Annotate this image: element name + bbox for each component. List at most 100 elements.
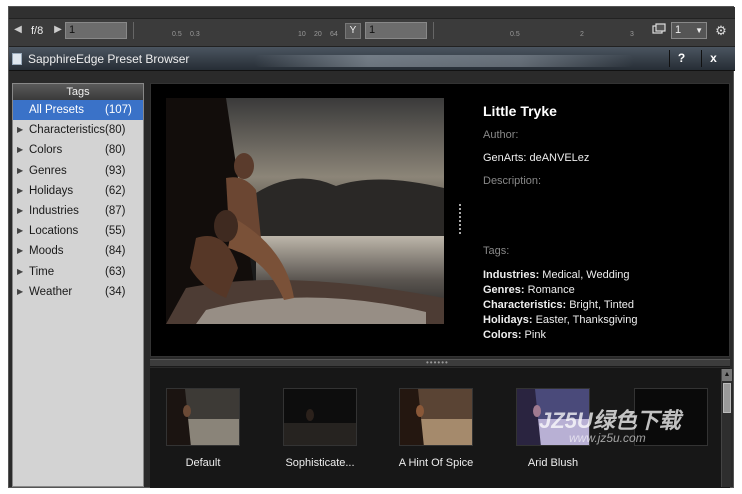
thumbnail-sophisticate[interactable]: Sophisticate... — [283, 388, 357, 478]
monitor-icon[interactable] — [649, 22, 669, 40]
tag-values: Romance — [524, 284, 575, 296]
sidebar-item-label: Genres — [29, 164, 67, 177]
expand-caret-icon[interactable]: ▶ — [17, 262, 25, 282]
thumbnail-label: Sophisticate... — [285, 457, 355, 469]
ruler-tick: 0.5 — [510, 31, 520, 38]
preset-preview-panel: Little Tryke Author: GenArts: deANVELez … — [150, 83, 730, 357]
tag-list: All Presets (107) ▶ Characteristics (80) ▶ Col… — [13, 100, 143, 302]
tags-header: Tags — [13, 84, 143, 100]
tag-category: Colors: — [483, 329, 522, 341]
author-label: Author: — [483, 129, 519, 141]
left-arrow-icon[interactable]: ◀ — [13, 24, 23, 36]
sidebar-item-industries[interactable]: ▶ Industries (87) — [13, 201, 143, 221]
help-button[interactable]: ? — [669, 50, 693, 67]
sidebar-item-label: Moods — [29, 245, 64, 258]
chevron-down-icon: ▼ — [695, 26, 703, 35]
scroll-up-icon[interactable]: ▲ — [722, 369, 732, 381]
tags-sidebar: Tags All Presets (107) ▶ Characteristics (80… — [12, 83, 144, 487]
sidebar-item-weather[interactable]: ▶ Weather (34) — [13, 282, 143, 302]
preset-browser-window: ◀ f/8 ▶ 1 0.5 0.3 10 20 64 Y 1 0.5 2 3 1… — [8, 6, 735, 488]
sidebar-item-label: Industries — [29, 204, 79, 217]
sidebar-item-count: (107) — [105, 104, 132, 116]
right-arrow-icon[interactable]: ▶ — [53, 24, 63, 36]
sidebar-item-all-presets[interactable]: All Presets (107) — [13, 100, 143, 121]
top-toolbar: ◀ f/8 ▶ 1 0.5 0.3 10 20 64 Y 1 0.5 2 3 1… — [9, 7, 735, 47]
expand-caret-icon[interactable]: ▶ — [17, 120, 25, 140]
author-value: GenArts: deANVELez — [483, 152, 590, 164]
sidebar-item-label: Time — [29, 265, 55, 278]
sidebar-item-label: Colors — [29, 144, 63, 157]
window-title: SapphireEdge Preset Browser — [28, 52, 190, 66]
sidebar-item-label: Holidays — [29, 184, 74, 197]
ruler-tick: 2 — [580, 31, 584, 38]
thumbnail-scrollbar[interactable]: ▲ — [721, 369, 732, 487]
frame-readout: f/8 — [31, 25, 44, 37]
app-icon — [12, 53, 22, 65]
sidebar-item-count: (93) — [105, 164, 126, 177]
sidebar-item-count: (63) — [105, 265, 126, 278]
expand-caret-icon[interactable]: ▶ — [17, 201, 25, 221]
sidebar-item-time[interactable]: ▶ Time (63) — [13, 262, 143, 282]
sidebar-item-count: (62) — [105, 184, 126, 197]
watermark-url: www.jz5u.com — [569, 431, 646, 445]
splitter-grip-icon: •••••• — [426, 358, 449, 367]
page-select[interactable]: 1 ▼ — [671, 22, 707, 39]
sidebar-item-moods[interactable]: ▶ Moods (84) — [13, 241, 143, 261]
preset-title: Little Tryke — [483, 103, 557, 119]
sidebar-item-label: Weather — [29, 285, 73, 298]
x-value-field[interactable]: 1 — [65, 22, 127, 39]
ruler-tick: 0.5 — [172, 31, 182, 38]
tag-values: Pink — [521, 329, 546, 341]
thumbnail-default[interactable]: Default — [166, 388, 240, 478]
sidebar-item-characteristics[interactable]: ▶ Characteristics (80) — [13, 120, 143, 140]
sidebar-item-count: (84) — [105, 245, 126, 258]
ruler-tick: 20 — [314, 31, 322, 38]
ruler-tick: 64 — [330, 31, 338, 38]
sidebar-item-count: (55) — [105, 225, 126, 238]
sidebar-item-colors[interactable]: ▶ Colors (80) — [13, 140, 143, 160]
x-ruler[interactable]: 0.5 0.3 10 20 64 — [133, 22, 339, 39]
sidebar-item-count: (87) — [105, 204, 126, 217]
expand-caret-icon[interactable]: ▶ — [17, 282, 25, 302]
panel-splitter[interactable]: •••••• — [150, 359, 730, 367]
tag-values: Bright, Tinted — [566, 299, 635, 311]
sidebar-item-label: Characteristics — [29, 124, 106, 137]
sidebar-item-count: (34) — [105, 285, 126, 298]
thumbnail-image — [283, 388, 357, 446]
sidebar-item-label: Locations — [29, 225, 79, 238]
expand-caret-icon[interactable]: ▶ — [17, 181, 25, 201]
preset-tag-line: Colors: Pink — [483, 328, 723, 343]
scrollbar-thumb[interactable] — [723, 383, 731, 413]
tag-category: Industries: — [483, 269, 540, 281]
preset-info: Little Tryke Author: GenArts: deANVELez … — [483, 102, 723, 343]
ruler-tick: 0.3 — [190, 31, 200, 38]
expand-caret-icon[interactable]: ▶ — [17, 241, 25, 261]
expand-caret-icon[interactable]: ▶ — [17, 140, 25, 160]
tag-category: Genres: — [483, 284, 525, 296]
preset-tag-line: Holidays: Easter, Thanksgiving — [483, 313, 723, 328]
thumbnail-image — [166, 388, 240, 446]
y-axis-label: Y — [345, 23, 361, 39]
tag-values: Easter, Thanksgiving — [532, 314, 638, 326]
sidebar-item-genres[interactable]: ▶ Genres (93) — [13, 161, 143, 181]
tag-values: Medical, Wedding — [539, 269, 630, 281]
close-button[interactable]: x — [701, 50, 725, 67]
thumbnail-image — [399, 388, 473, 446]
y-value-field[interactable]: 1 — [365, 22, 427, 39]
thumbnail-label: Arid Blush — [527, 457, 579, 469]
page-select-value: 1 — [675, 24, 682, 36]
sidebar-item-locations[interactable]: ▶ Locations (55) — [13, 221, 143, 241]
preview-resize-handle[interactable] — [459, 204, 462, 234]
toolbar-strip — [9, 7, 735, 19]
window-titlebar[interactable]: SapphireEdge Preset Browser ? x — [9, 47, 735, 71]
sidebar-item-count: (80) — [105, 124, 126, 137]
sidebar-item-holidays[interactable]: ▶ Holidays (62) — [13, 181, 143, 201]
tags-label: Tags: — [483, 245, 510, 257]
expand-caret-icon[interactable]: ▶ — [17, 161, 25, 181]
expand-caret-icon[interactable]: ▶ — [17, 221, 25, 241]
settings-icon[interactable]: ⚙ — [711, 22, 731, 40]
thumbnail-hint-of-spice[interactable]: A Hint Of Spice — [399, 388, 473, 478]
y-ruler[interactable]: 0.5 2 3 — [433, 22, 647, 39]
preset-tag-line: Genres: Romance — [483, 283, 723, 298]
preset-tag-lines: Industries: Medical, Wedding Genres: Roma… — [483, 268, 723, 343]
